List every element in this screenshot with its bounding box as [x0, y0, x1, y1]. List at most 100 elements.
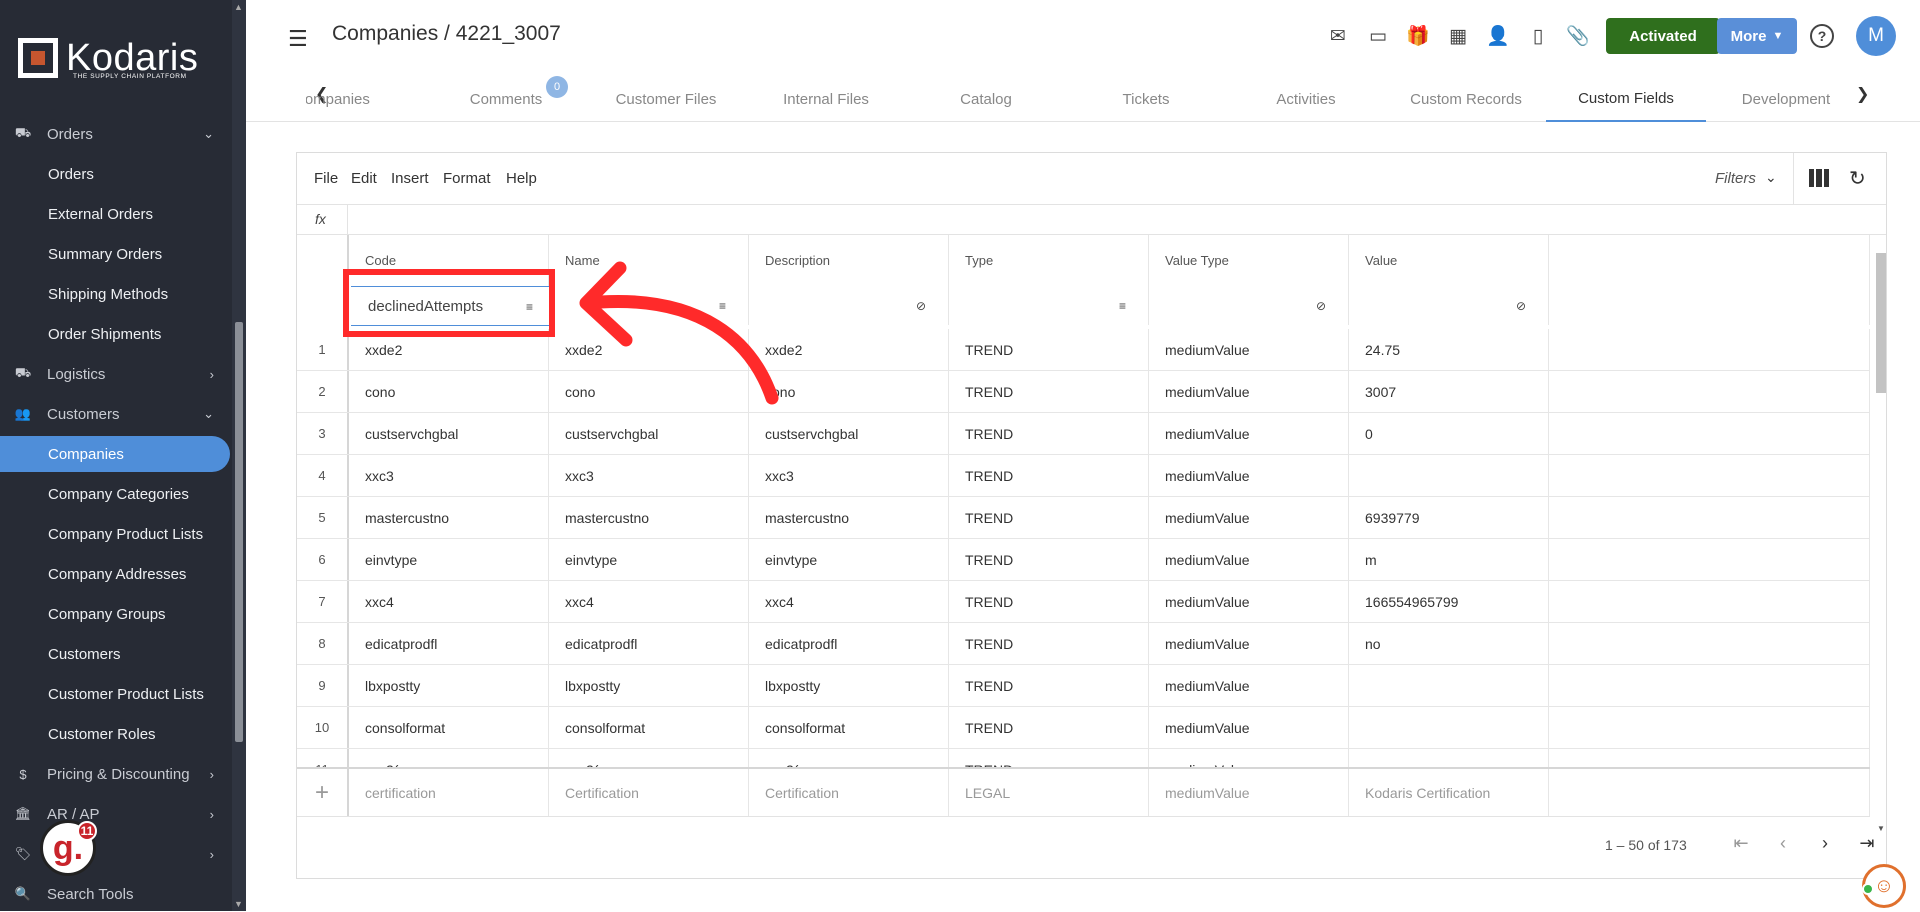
- empty-cell[interactable]: [1549, 769, 1870, 816]
- cell-name[interactable]: xxc3: [549, 455, 749, 496]
- cell-name[interactable]: mastercustno: [549, 497, 749, 538]
- column-header-name[interactable]: Name: [549, 235, 749, 285]
- empty-cell[interactable]: [1549, 665, 1870, 706]
- sidebar-item-company-categories[interactable]: Company Categories: [0, 476, 232, 512]
- new-row-description[interactable]: Certification: [749, 769, 949, 816]
- refresh-icon[interactable]: ↻: [1849, 166, 1866, 191]
- cell-value-type[interactable]: mediumValue: [1149, 329, 1349, 370]
- tab-catalog[interactable]: Catalog: [906, 76, 1066, 122]
- tab-customer-files[interactable]: Customer Files: [586, 76, 746, 122]
- tab-development[interactable]: Development: [1706, 76, 1866, 122]
- cell-description[interactable]: xxc4: [749, 581, 949, 622]
- cell-value[interactable]: [1349, 665, 1549, 706]
- cell-code[interactable]: cono: [349, 371, 549, 412]
- cell-value[interactable]: m: [1349, 539, 1549, 580]
- cell-name[interactable]: cono: [549, 371, 749, 412]
- empty-column-header[interactable]: [1549, 235, 1870, 285]
- sidebar-item-company-product-lists[interactable]: Company Product Lists: [0, 516, 232, 552]
- table-row[interactable]: 10 consolformat consolformat consolformat TR…: [297, 707, 1870, 749]
- cell-type[interactable]: TREND: [949, 413, 1149, 454]
- cell-code[interactable]: consolformat: [349, 707, 549, 748]
- cell-value[interactable]: [1349, 455, 1549, 496]
- table-row[interactable]: 2 cono cono cono TREND mediumValue 3007: [297, 371, 1870, 413]
- column-filter-cell[interactable]: ≡: [549, 285, 749, 325]
- cell-type[interactable]: TREND: [949, 707, 1149, 748]
- cell-name[interactable]: einvtype: [549, 539, 749, 580]
- cell-type[interactable]: TREND: [949, 497, 1149, 538]
- cell-name[interactable]: edicatprodfl: [549, 623, 749, 664]
- cell-value-type[interactable]: mediumValue: [1149, 413, 1349, 454]
- sidebar-scrollbar[interactable]: ▲ ▼: [232, 0, 246, 911]
- cell-type[interactable]: TREND: [949, 623, 1149, 664]
- cell-value-type[interactable]: mediumValue: [1149, 707, 1349, 748]
- tab-activities[interactable]: Activities: [1226, 76, 1386, 122]
- sidebar-item-search-tools[interactable]: 🔍 Search Tools: [0, 876, 232, 912]
- tab-companies[interactable]: Companies: [306, 76, 386, 122]
- filter-off-icon[interactable]: ⊘: [1516, 299, 1526, 313]
- cell-type[interactable]: TREND: [949, 665, 1149, 706]
- mail-icon[interactable]: ✉: [1326, 24, 1350, 48]
- cell-name[interactable]: lbxpostty: [549, 665, 749, 706]
- table-row[interactable]: 9 lbxpostty lbxpostty lbxpostty TREND mediumV…: [297, 665, 1870, 707]
- sidebar-item-orders[interactable]: ⛟ Orders ⌄: [0, 116, 232, 152]
- cell-description[interactable]: custservchgbal: [749, 413, 949, 454]
- next-page-icon[interactable]: ›: [1813, 833, 1837, 854]
- empty-cell[interactable]: [1549, 413, 1870, 454]
- add-file-icon[interactable]: ▯: [1526, 24, 1550, 48]
- menu-file[interactable]: File: [314, 170, 338, 187]
- cell-code[interactable]: lbxpostty: [349, 665, 549, 706]
- sidebar-item-company-addresses[interactable]: Company Addresses: [0, 556, 232, 592]
- tab-tickets[interactable]: Tickets: [1066, 76, 1226, 122]
- sidebar-item-logistics[interactable]: ⛟ Logistics ›: [0, 356, 232, 392]
- column-filter-cell[interactable]: ⊘: [1349, 285, 1549, 325]
- menu-format[interactable]: Format: [443, 170, 491, 187]
- chevron-down-icon[interactable]: ⌄: [1765, 169, 1777, 186]
- column-header-value-type[interactable]: Value Type: [1149, 235, 1349, 285]
- column-filter-cell[interactable]: ⊘: [1149, 285, 1349, 325]
- tab-custom-records[interactable]: Custom Records: [1386, 76, 1546, 122]
- new-row[interactable]: + certification Certification Certification…: [297, 767, 1870, 817]
- cell-description[interactable]: mastercustno: [749, 497, 949, 538]
- sidebar-item-summary-orders[interactable]: Summary Orders: [0, 236, 232, 272]
- cell-value[interactable]: 3007: [1349, 371, 1549, 412]
- cell-value[interactable]: 6939779: [1349, 497, 1549, 538]
- cell-type[interactable]: TREND: [949, 581, 1149, 622]
- table-row[interactable]: 7 xxc4 xxc4 xxc4 TREND mediumValue 16655496579…: [297, 581, 1870, 623]
- payment-card-icon[interactable]: ▭: [1366, 24, 1390, 48]
- filter-icon[interactable]: ≡: [719, 299, 726, 313]
- scroll-down-icon[interactable]: ▼: [234, 899, 243, 909]
- cell-name[interactable]: consolformat: [549, 707, 749, 748]
- cell-description[interactable]: cono: [749, 371, 949, 412]
- column-header-description[interactable]: Description: [749, 235, 949, 285]
- sidebar-item-external-orders[interactable]: External Orders: [0, 196, 232, 232]
- column-filter-cell[interactable]: ≡: [949, 285, 1149, 325]
- sidebar-item-orders[interactable]: Orders: [0, 156, 232, 192]
- cell-description[interactable]: xxde2: [749, 329, 949, 370]
- cell-description[interactable]: xxc3: [749, 455, 949, 496]
- empty-cell[interactable]: [1549, 623, 1870, 664]
- cell-value[interactable]: no: [1349, 623, 1549, 664]
- filter-icon[interactable]: ≡: [1119, 299, 1126, 313]
- guidde-badge[interactable]: g. 11: [40, 820, 97, 876]
- last-page-icon[interactable]: ⇥: [1855, 833, 1879, 854]
- cell-code[interactable]: custservchgbal: [349, 413, 549, 454]
- table-row[interactable]: 4 xxc3 xxc3 xxc3 TREND mediumValue: [297, 455, 1870, 497]
- empty-cell[interactable]: [1549, 455, 1870, 496]
- add-person-icon[interactable]: 👤: [1486, 24, 1510, 48]
- cell-code[interactable]: mastercustno: [349, 497, 549, 538]
- new-row-value-type[interactable]: mediumValue: [1149, 769, 1349, 816]
- cell-type[interactable]: TREND: [949, 539, 1149, 580]
- cell-value-type[interactable]: mediumValue: [1149, 665, 1349, 706]
- cell-type[interactable]: TREND: [949, 329, 1149, 370]
- grid-scroll-thumb[interactable]: [1876, 253, 1886, 393]
- empty-cell[interactable]: [1549, 539, 1870, 580]
- cell-value[interactable]: 24.75: [1349, 329, 1549, 370]
- previous-page-icon[interactable]: ‹: [1771, 833, 1795, 854]
- cell-code[interactable]: xxc3: [349, 455, 549, 496]
- row-number-header[interactable]: [297, 235, 349, 285]
- formula-bar[interactable]: fx: [297, 205, 1886, 235]
- help-icon[interactable]: ?: [1810, 24, 1834, 48]
- cell-name[interactable]: xxde2: [549, 329, 749, 370]
- sidebar-item-companies[interactable]: Companies: [0, 436, 230, 472]
- table-row[interactable]: 6 einvtype einvtype einvtype TREND mediumValu…: [297, 539, 1870, 581]
